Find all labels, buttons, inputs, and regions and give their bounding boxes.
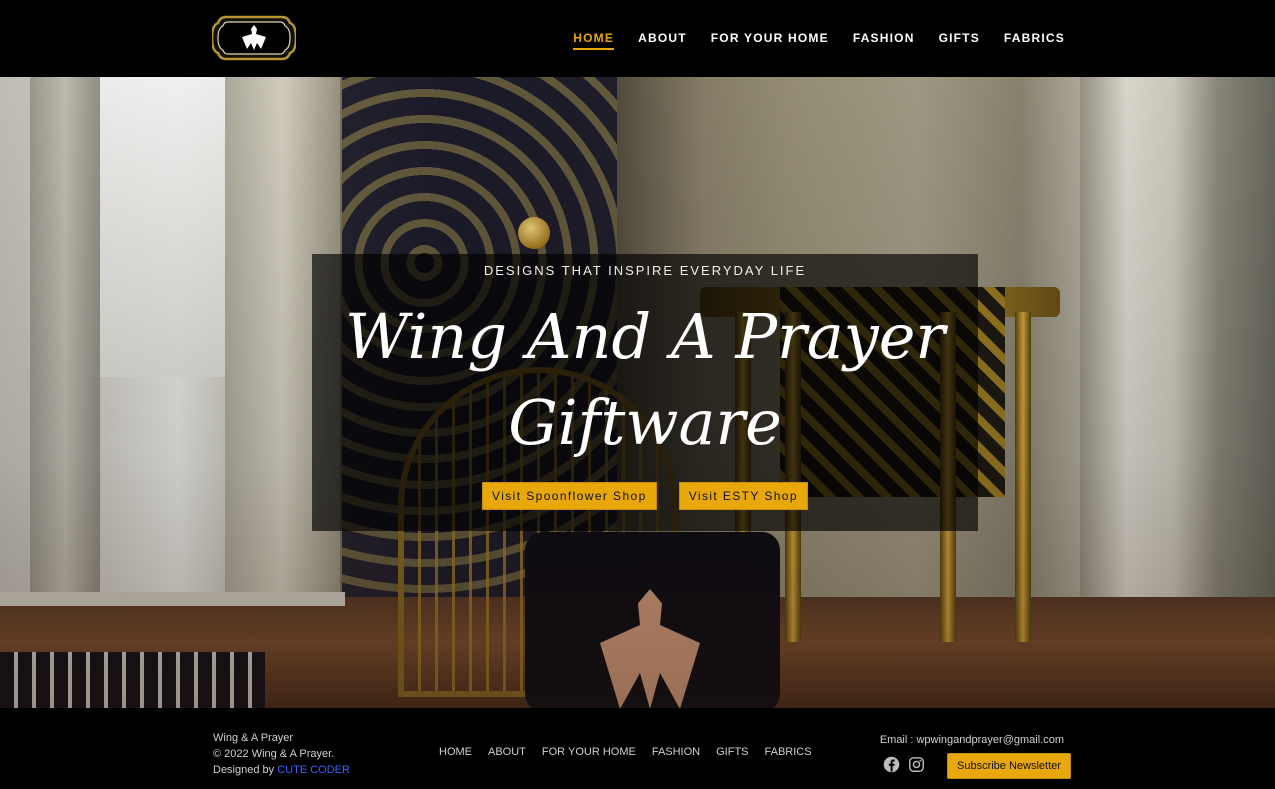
visit-etsy-button[interactable]: Visit ESTY Shop [678,482,808,510]
footer-nav-about[interactable]: ABOUT [488,746,526,758]
footer-nav-home[interactable]: HOME [439,746,472,758]
site-footer: Wing & A Prayer © 2022 Wing & A Prayer. … [0,708,1275,789]
nav-about[interactable]: ABOUT [638,31,687,50]
nav-for-your-home[interactable]: FOR YOUR HOME [711,31,829,50]
brand-logo[interactable] [212,13,296,63]
hero-buttons: Visit Spoonflower Shop Visit ESTY Shop [312,482,978,510]
hero-overlay-panel: DESIGNS THAT INSPIRE EVERYDAY LIFE Wing … [312,254,978,531]
site-header: HOME ABOUT FOR YOUR HOME FASHION GIFTS F… [0,0,1275,77]
footer-credit: Designed by CUTE CODER [213,762,350,778]
hero-title-line-1: Wing And A Prayer [344,300,946,373]
hero-tagline: DESIGNS THAT INSPIRE EVERYDAY LIFE [483,263,807,278]
hero-section: DESIGNS THAT INSPIRE EVERYDAY LIFE Wing … [0,77,1275,708]
hero-title: Wing And A Prayer Giftware [312,294,978,466]
nav-home[interactable]: HOME [573,31,615,50]
nav-fabrics[interactable]: FABRICS [1004,31,1065,50]
nav-fashion[interactable]: FASHION [853,31,915,50]
visit-spoonflower-button[interactable]: Visit Spoonflower Shop [482,482,657,510]
footer-copyright: © 2022 Wing & A Prayer. [213,748,335,760]
footer-email: Email : wpwingandprayer@gmail.com [879,734,1064,746]
footer-nav: HOME ABOUT FOR YOUR HOME FASHION GIFTS F… [439,746,812,758]
footer-brand: Wing & A Prayer [213,732,294,744]
footer-nav-fabrics[interactable]: FABRICS [765,746,812,758]
instagram-icon[interactable] [908,756,925,773]
footer-nav-fashion[interactable]: FASHION [652,746,700,758]
subscribe-newsletter-button[interactable]: Subscribe Newsletter [947,753,1071,779]
footer-credit-prefix: Designed by [213,764,275,776]
nav-gifts[interactable]: GIFTS [939,31,980,50]
facebook-icon[interactable] [883,756,900,773]
footer-nav-gifts[interactable]: GIFTS [716,746,748,758]
footer-info: Wing & A Prayer © 2022 Wing & A Prayer. … [213,730,350,778]
main-nav: HOME ABOUT FOR YOUR HOME FASHION GIFTS F… [573,31,1065,50]
footer-nav-for-your-home[interactable]: FOR YOUR HOME [542,746,636,758]
hero-title-line-2: Giftware [508,386,782,459]
designer-link[interactable]: CUTE CODER [277,764,350,776]
social-links [883,756,925,773]
